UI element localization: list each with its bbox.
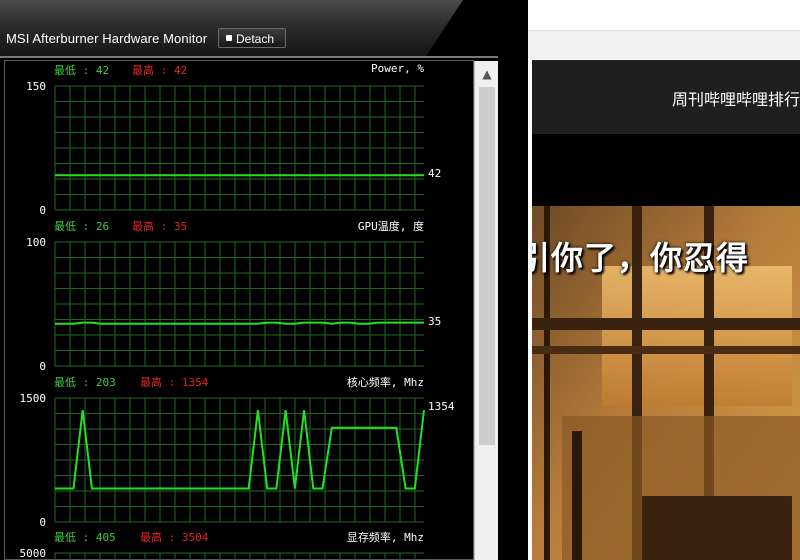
video-subtitle: 引你了，你忍得: [532, 239, 750, 277]
graph-max-label: 最高 : 3504: [140, 531, 209, 544]
graph-axis-min: 0: [39, 204, 46, 217]
graph-name: GPU温度, 度: [357, 220, 424, 233]
video-header: 周刊哔哩哔哩排行榜: [532, 60, 800, 134]
scroll-thumb[interactable]: [479, 87, 495, 445]
vertical-scrollbar[interactable]: ▲: [474, 61, 499, 560]
graph-series-line: [55, 321, 424, 325]
graph-max-label: 最高 : 1354: [140, 376, 209, 389]
graph-name: 显存频率, Mhz: [346, 531, 424, 544]
graph-min-label: 最低 : 42: [54, 64, 110, 77]
graph-plot: [54, 397, 425, 523]
afterburner-window: MSI Afterburner Hardware Monitor Detach …: [0, 0, 528, 560]
scroll-up-arrow-icon[interactable]: ▲: [475, 61, 499, 87]
graph-plot: [54, 552, 424, 560]
graph-axis-max: 1500: [19, 392, 47, 405]
graph-min-label: 最低 : 203: [54, 376, 116, 389]
graph-axis-max: 5000: [19, 547, 47, 560]
graph-max-label: 最高 : 42: [132, 64, 188, 77]
graph-plot: [54, 85, 424, 211]
graph-name: 核心频率, Mhz: [346, 376, 424, 389]
browser-toolbar: [528, 30, 800, 59]
graph-name: Power, %: [371, 62, 424, 75]
graph-current-value: 35: [428, 315, 442, 328]
graph-series-line: [55, 409, 425, 490]
graphs-canvas: [54, 85, 425, 560]
graph-max-label: 最高 : 35: [132, 220, 188, 233]
graph-current-value: 1354: [428, 400, 455, 413]
browser-top-area: [528, 0, 800, 30]
graph-axis-min: 0: [39, 516, 46, 529]
graph-current-value: 42: [428, 167, 442, 180]
scroll-down-area[interactable]: [475, 546, 499, 560]
graph-axis-min: 0: [39, 360, 46, 373]
window-right-edge: [498, 56, 528, 560]
graph-min-label: 最低 : 26: [54, 220, 110, 233]
browser-window: 周刊哔哩哔哩排行榜: [528, 0, 800, 560]
graph-plot: [54, 241, 424, 367]
graph-axis-max: 100: [26, 236, 46, 249]
graph-axis-max: 150: [26, 80, 46, 93]
graph-min-label: 最低 : 405: [54, 531, 116, 544]
video-player[interactable]: 引你了，你忍得: [532, 134, 800, 560]
video-title[interactable]: 周刊哔哩哔哩排行榜: [672, 86, 800, 110]
